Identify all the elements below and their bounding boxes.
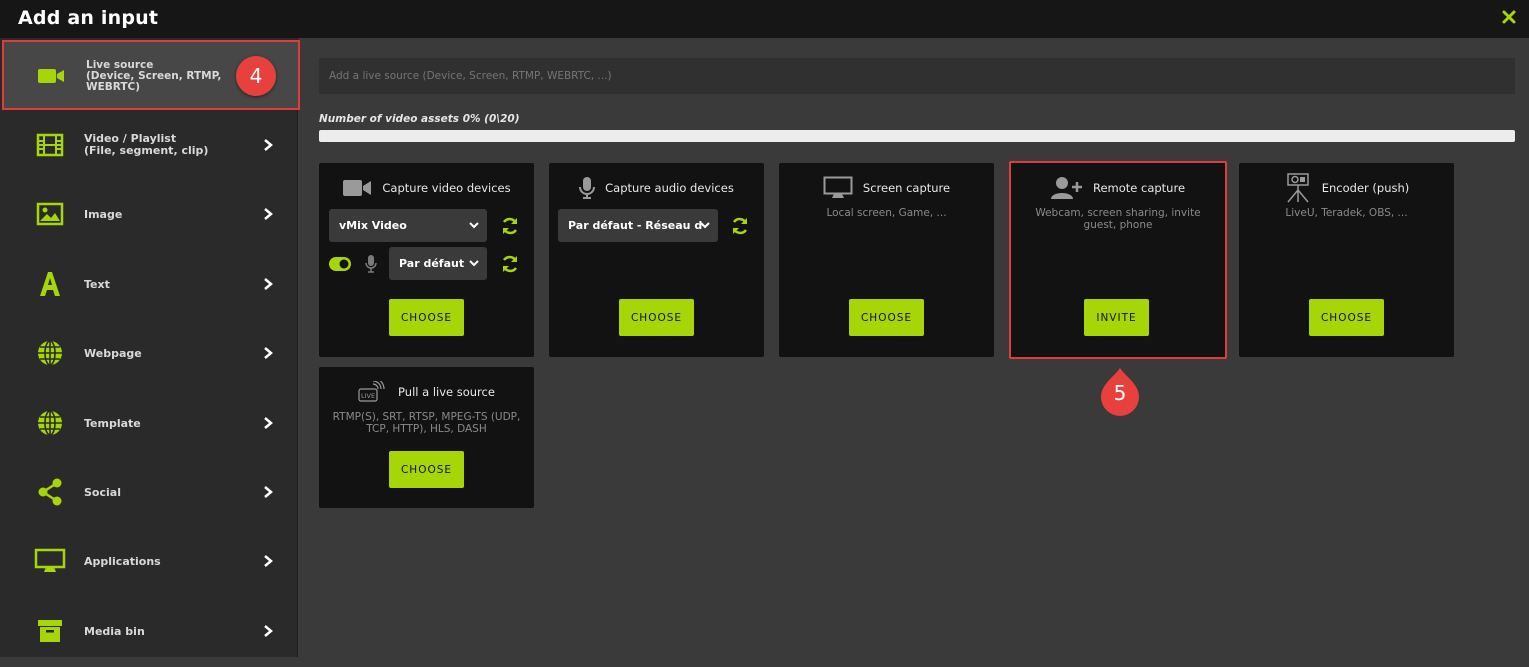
choose-button[interactable]: CHOOSE bbox=[1309, 299, 1384, 336]
video-camera-icon bbox=[37, 62, 65, 90]
choose-button[interactable]: CHOOSE bbox=[619, 299, 694, 336]
card-header: Capture audio devices bbox=[549, 175, 764, 201]
card-capture-audio: Capture audio devices Par défaut - Résea… bbox=[549, 163, 764, 357]
sidebar-item-text[interactable]: Text bbox=[0, 250, 298, 320]
card-title: Screen capture bbox=[863, 181, 950, 195]
card-header: Screen capture bbox=[779, 175, 994, 201]
sidebar-item-label: Social bbox=[84, 487, 121, 499]
image-icon bbox=[36, 200, 64, 228]
chevron-right-icon bbox=[262, 416, 274, 430]
sidebar-item-label: Media bin bbox=[84, 626, 145, 638]
select-value: Par défaut - Réseau d bbox=[568, 219, 702, 232]
card-title: Capture audio devices bbox=[605, 181, 734, 195]
sidebar-item-label: Webpage bbox=[84, 348, 142, 360]
sidebar-item-video-playlist[interactable]: Video / Playlist (File, segment, clip) bbox=[0, 110, 298, 180]
audio-device-select[interactable]: Par défaut - Réseau d bbox=[558, 209, 718, 242]
toggle-switch[interactable] bbox=[329, 257, 351, 271]
card-title: Remote capture bbox=[1093, 181, 1185, 195]
live-broadcast-icon: LIVE bbox=[358, 381, 388, 403]
sidebar-item-label: Applications bbox=[84, 556, 161, 568]
card-encoder-push: Encoder (push) LiveU, Teradek, OBS, ... … bbox=[1239, 163, 1454, 357]
svg-text:LIVE: LIVE bbox=[361, 392, 375, 400]
choose-button[interactable]: CHOOSE bbox=[389, 299, 464, 336]
refresh-icon[interactable] bbox=[730, 216, 750, 236]
chevron-down-icon bbox=[469, 257, 479, 269]
chevron-right-icon bbox=[262, 624, 274, 638]
chevron-right-icon bbox=[262, 277, 274, 291]
choose-button[interactable]: CHOOSE bbox=[849, 299, 924, 336]
card-subtitle: Local screen, Game, ... bbox=[789, 207, 984, 219]
chevron-down-icon bbox=[469, 219, 479, 231]
card-remote-capture: Remote capture Webcam, screen sharing, i… bbox=[1009, 161, 1227, 359]
card-subtitle: Webcam, screen sharing, invite guest, ph… bbox=[1025, 207, 1211, 231]
card-title: Pull a live source bbox=[398, 385, 495, 399]
microphone-icon bbox=[579, 176, 595, 200]
card-subtitle: RTMP(S), SRT, RTSP, MPEG-TS (UDP, TCP, H… bbox=[329, 411, 524, 435]
chevron-right-icon bbox=[262, 346, 274, 360]
sidebar-item-webpage[interactable]: Webpage bbox=[0, 319, 298, 389]
sidebar-item-label: Template bbox=[84, 418, 141, 430]
sidebar-item-template[interactable]: Template bbox=[0, 389, 298, 459]
sidebar-item-label: Text bbox=[84, 279, 110, 291]
microphone-icon bbox=[365, 254, 377, 274]
sidebar-item-label: Live source (Device, Screen, RTMP, WEBRT… bbox=[86, 60, 221, 93]
card-title: Encoder (push) bbox=[1322, 181, 1410, 195]
audio-device-select[interactable]: Par défaut bbox=[389, 247, 487, 280]
sidebar-item-label: Image bbox=[84, 209, 122, 221]
select-value: vMix Video bbox=[339, 219, 407, 232]
chevron-right-icon bbox=[262, 207, 274, 221]
dialog-title: Add an input bbox=[18, 7, 158, 29]
card-subtitle: LiveU, Teradek, OBS, ... bbox=[1249, 207, 1444, 219]
main-panel: Number of video assets 0% (0\20) Capture… bbox=[300, 38, 1529, 657]
sidebar-item-label: Video / Playlist (File, segment, clip) bbox=[84, 133, 208, 157]
chevron-down-icon bbox=[700, 219, 710, 231]
progress-bar bbox=[319, 130, 1515, 142]
sidebar-item-social[interactable]: Social bbox=[0, 458, 298, 528]
sidebar-item-image[interactable]: Image bbox=[0, 180, 298, 250]
search-input[interactable] bbox=[319, 58, 1515, 94]
chevron-right-icon bbox=[262, 554, 274, 568]
encoder-camera-icon bbox=[1284, 173, 1312, 203]
film-icon bbox=[36, 131, 64, 159]
title-bar: Add an input bbox=[0, 0, 1529, 38]
refresh-icon[interactable] bbox=[500, 216, 520, 236]
monitor-icon bbox=[823, 176, 853, 200]
card-header: Remote capture bbox=[1011, 175, 1225, 201]
video-camera-icon bbox=[342, 178, 372, 198]
share-icon bbox=[36, 478, 64, 506]
archive-icon bbox=[36, 617, 64, 645]
invite-button[interactable]: INVITE bbox=[1084, 299, 1149, 336]
card-header: Encoder (push) bbox=[1239, 175, 1454, 201]
sidebar-item-live-source[interactable]: Live source (Device, Screen, RTMP, WEBRT… bbox=[2, 40, 300, 110]
card-header: Capture video devices bbox=[319, 175, 534, 201]
sidebar-item-applications[interactable]: Applications bbox=[0, 527, 298, 597]
video-device-select[interactable]: vMix Video bbox=[329, 209, 487, 242]
card-pull-live-source: LIVE Pull a live source RTMP(S), SRT, RT… bbox=[319, 367, 534, 508]
card-header: LIVE Pull a live source bbox=[319, 379, 534, 405]
chevron-right-icon bbox=[262, 485, 274, 499]
add-user-icon bbox=[1051, 176, 1083, 200]
card-capture-video: Capture video devices vMix Video Par déf… bbox=[319, 163, 534, 357]
sidebar: Live source (Device, Screen, RTMP, WEBRT… bbox=[0, 38, 298, 657]
progress-label: Number of video assets 0% (0\20) bbox=[319, 113, 520, 125]
chevron-right-icon bbox=[262, 138, 274, 152]
card-screen-capture: Screen capture Local screen, Game, ... C… bbox=[779, 163, 994, 357]
select-value: Par défaut bbox=[399, 257, 464, 270]
text-icon bbox=[36, 270, 64, 298]
close-icon[interactable] bbox=[1501, 9, 1517, 25]
globe-icon bbox=[36, 339, 64, 367]
step-badge-4: 4 bbox=[236, 56, 276, 96]
globe-icon bbox=[36, 409, 64, 437]
monitor-icon bbox=[34, 547, 66, 575]
refresh-icon[interactable] bbox=[500, 254, 520, 274]
card-title: Capture video devices bbox=[382, 181, 510, 195]
step-badge-5: 5 bbox=[1099, 381, 1141, 405]
choose-button[interactable]: CHOOSE bbox=[389, 451, 464, 488]
